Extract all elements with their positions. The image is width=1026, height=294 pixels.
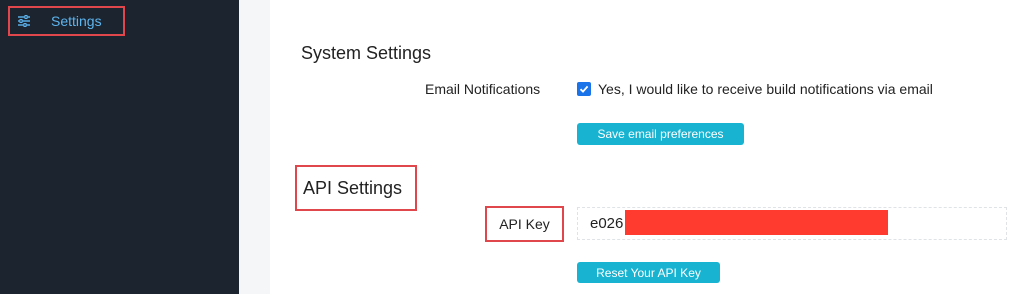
api-key-label: API Key xyxy=(499,216,550,232)
email-notifications-checkbox-row[interactable]: Yes, I would like to receive build notif… xyxy=(577,81,933,97)
sidebar: Settings xyxy=(0,0,239,294)
sliders-icon xyxy=(17,14,31,28)
sidebar-item-settings[interactable]: Settings xyxy=(8,6,125,36)
email-notifications-label: Email Notifications xyxy=(425,81,541,97)
checkmark-icon xyxy=(579,85,589,93)
api-key-redaction xyxy=(625,210,888,235)
content-gutter xyxy=(239,0,270,294)
save-email-preferences-button[interactable]: Save email preferences xyxy=(577,123,744,145)
sidebar-item-label: Settings xyxy=(51,13,102,29)
app-root: Settings System Settings Email Notificat… xyxy=(0,0,1026,294)
api-key-label-highlight: API Key xyxy=(485,206,564,242)
email-notifications-checkbox-label: Yes, I would like to receive build notif… xyxy=(598,81,933,97)
api-key-value: e026 xyxy=(590,215,624,232)
main-content: System Settings Email Notifications Yes,… xyxy=(270,0,1026,294)
api-settings-title: API Settings xyxy=(303,177,403,198)
system-settings-title: System Settings xyxy=(301,43,432,63)
email-notifications-checkbox[interactable] xyxy=(577,82,591,96)
api-settings-title-highlight: API Settings xyxy=(295,165,417,211)
reset-api-key-button[interactable]: Reset Your API Key xyxy=(577,262,720,283)
